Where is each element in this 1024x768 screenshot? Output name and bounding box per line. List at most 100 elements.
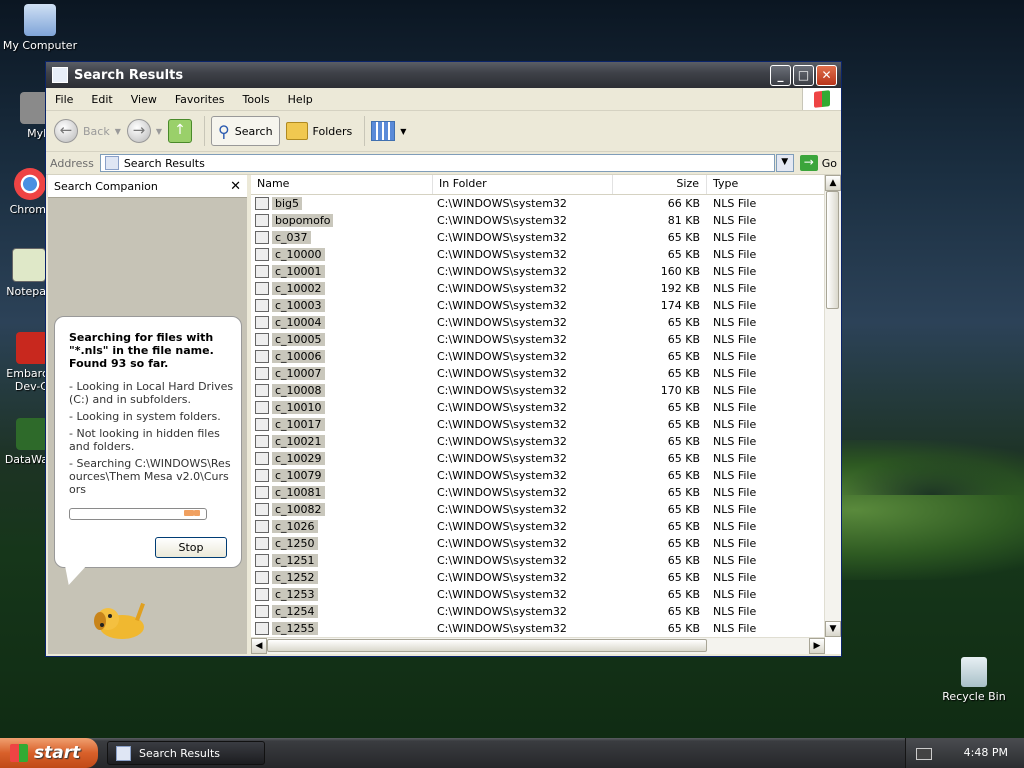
- file-name-cell[interactable]: c_10007: [251, 367, 433, 380]
- desktop-icon-notepad[interactable]: Notepa: [0, 248, 46, 298]
- scroll-up-button[interactable]: ▲: [825, 175, 841, 191]
- file-name-cell[interactable]: c_10017: [251, 418, 433, 431]
- table-row[interactable]: c_10000 C:\WINDOWS\system32 65 KB NLS File: [251, 246, 826, 263]
- minimize-button[interactable]: _: [770, 64, 791, 86]
- views-icon: [371, 121, 396, 141]
- title-bar[interactable]: Search Results _ □ ✕: [46, 62, 841, 88]
- file-name-cell[interactable]: c_10003: [251, 299, 433, 312]
- menu-tools[interactable]: Tools: [234, 93, 279, 106]
- file-name-cell[interactable]: c_1252: [251, 571, 433, 584]
- table-row[interactable]: c_10004 C:\WINDOWS\system32 65 KB NLS File: [251, 314, 826, 331]
- table-row[interactable]: c_10003 C:\WINDOWS\system32 174 KB NLS File: [251, 297, 826, 314]
- table-row[interactable]: c_10001 C:\WINDOWS\system32 160 KB NLS File: [251, 263, 826, 280]
- table-row[interactable]: c_10002 C:\WINDOWS\system32 192 KB NLS File: [251, 280, 826, 297]
- table-row[interactable]: c_10079 C:\WINDOWS\system32 65 KB NLS File: [251, 467, 826, 484]
- desktop-icon-datawarrior[interactable]: DataWa: [0, 418, 48, 466]
- file-name-cell[interactable]: c_10001: [251, 265, 433, 278]
- back-dropdown-icon[interactable]: ▼: [115, 127, 121, 136]
- table-row[interactable]: c_1026 C:\WINDOWS\system32 65 KB NLS File: [251, 518, 826, 535]
- file-name-cell[interactable]: c_10006: [251, 350, 433, 363]
- scroll-right-button[interactable]: ▶: [809, 638, 825, 654]
- table-row[interactable]: c_1250 C:\WINDOWS\system32 65 KB NLS File: [251, 535, 826, 552]
- table-row[interactable]: c_1251 C:\WINDOWS\system32 65 KB NLS File: [251, 552, 826, 569]
- keyboard-icon[interactable]: [916, 748, 932, 760]
- table-row[interactable]: c_10008 C:\WINDOWS\system32 170 KB NLS File: [251, 382, 826, 399]
- table-row[interactable]: c_1253 C:\WINDOWS\system32 65 KB NLS File: [251, 586, 826, 603]
- table-row[interactable]: c_10029 C:\WINDOWS\system32 65 KB NLS File: [251, 450, 826, 467]
- vertical-scrollbar[interactable]: ▲ ▼: [824, 175, 841, 637]
- menu-edit[interactable]: Edit: [82, 93, 121, 106]
- stop-button[interactable]: Stop: [155, 537, 227, 558]
- table-row[interactable]: c_10081 C:\WINDOWS\system32 65 KB NLS File: [251, 484, 826, 501]
- table-row[interactable]: c_10010 C:\WINDOWS\system32 65 KB NLS File: [251, 399, 826, 416]
- file-name-cell[interactable]: c_10082: [251, 503, 433, 516]
- close-pane-icon[interactable]: ✕: [230, 179, 241, 194]
- file-name-cell[interactable]: c_037: [251, 231, 433, 244]
- menu-view[interactable]: View: [122, 93, 166, 106]
- address-field[interactable]: Search Results: [99, 154, 775, 172]
- up-button[interactable]: ↑: [168, 119, 193, 143]
- file-name-cell[interactable]: c_1250: [251, 537, 433, 550]
- file-name-cell[interactable]: c_10029: [251, 452, 433, 465]
- search-button[interactable]: ⚲ Search: [211, 116, 280, 146]
- folders-button[interactable]: Folders: [285, 122, 352, 140]
- column-header-size[interactable]: Size: [613, 175, 707, 194]
- go-button[interactable]: → Go: [799, 155, 837, 171]
- maximize-button[interactable]: □: [793, 64, 814, 86]
- desktop-icon-recycle-bin[interactable]: Recycle Bin: [934, 657, 1014, 703]
- back-button[interactable]: ← Back ▼: [54, 119, 121, 143]
- file-name-cell[interactable]: c_10005: [251, 333, 433, 346]
- table-row[interactable]: big5 C:\WINDOWS\system32 66 KB NLS File: [251, 195, 826, 212]
- close-button[interactable]: ✕: [816, 64, 837, 86]
- desktop-icon-embarcadero[interactable]: Embarc Dev-C: [0, 332, 48, 393]
- desktop-icon-chrome[interactable]: Chrom: [0, 168, 46, 216]
- file-name-cell[interactable]: c_10000: [251, 248, 433, 261]
- start-button[interactable]: start: [0, 738, 98, 768]
- file-name-cell[interactable]: bopomofo: [251, 214, 433, 227]
- file-name-cell[interactable]: c_10008: [251, 384, 433, 397]
- vertical-scroll-thumb[interactable]: [826, 191, 839, 309]
- file-name-cell[interactable]: c_1253: [251, 588, 433, 601]
- scroll-down-button[interactable]: ▼: [825, 621, 841, 637]
- table-row[interactable]: c_10006 C:\WINDOWS\system32 65 KB NLS File: [251, 348, 826, 365]
- table-row[interactable]: bopomofo C:\WINDOWS\system32 81 KB NLS File: [251, 212, 826, 229]
- forward-dropdown-icon[interactable]: ▼: [156, 127, 162, 136]
- file-name-cell[interactable]: big5: [251, 197, 433, 210]
- file-name-cell[interactable]: c_1254: [251, 605, 433, 618]
- table-row[interactable]: c_10017 C:\WINDOWS\system32 65 KB NLS File: [251, 416, 826, 433]
- taskbar-item-search-results[interactable]: Search Results: [107, 741, 265, 765]
- file-name-cell[interactable]: c_1026: [251, 520, 433, 533]
- folders-icon: [285, 122, 308, 140]
- views-button[interactable]: ▼: [371, 121, 406, 141]
- file-name-cell[interactable]: c_10081: [251, 486, 433, 499]
- file-name-cell[interactable]: c_1255: [251, 622, 433, 635]
- file-name-cell[interactable]: c_10079: [251, 469, 433, 482]
- address-dropdown-button[interactable]: ▼: [775, 154, 794, 172]
- table-row[interactable]: c_10005 C:\WINDOWS\system32 65 KB NLS File: [251, 331, 826, 348]
- scroll-left-button[interactable]: ◀: [251, 638, 267, 654]
- column-header-name[interactable]: Name: [251, 175, 433, 194]
- table-row[interactable]: c_10021 C:\WINDOWS\system32 65 KB NLS File: [251, 433, 826, 450]
- file-name-cell[interactable]: c_1251: [251, 554, 433, 567]
- column-header-in-folder[interactable]: In Folder: [433, 175, 613, 194]
- file-name-cell[interactable]: c_10002: [251, 282, 433, 295]
- menu-help[interactable]: Help: [279, 93, 322, 106]
- desktop-icon-my-computer[interactable]: My Computer: [0, 4, 80, 52]
- horizontal-scroll-thumb[interactable]: [267, 639, 707, 652]
- menu-file[interactable]: File: [46, 93, 82, 106]
- table-row[interactable]: c_037 C:\WINDOWS\system32 65 KB NLS File: [251, 229, 826, 246]
- table-row[interactable]: c_10007 C:\WINDOWS\system32 65 KB NLS File: [251, 365, 826, 382]
- file-name-cell[interactable]: c_10021: [251, 435, 433, 448]
- file-name-cell[interactable]: c_10010: [251, 401, 433, 414]
- table-row[interactable]: c_1254 C:\WINDOWS\system32 65 KB NLS File: [251, 603, 826, 620]
- menu-favorites[interactable]: Favorites: [166, 93, 234, 106]
- file-name-cell[interactable]: c_10004: [251, 316, 433, 329]
- clock[interactable]: 4:48 PM: [964, 746, 1008, 759]
- horizontal-scrollbar[interactable]: ◀ ▶: [251, 637, 825, 654]
- forward-button[interactable]: → ▼: [126, 119, 162, 143]
- table-row[interactable]: c_1255 C:\WINDOWS\system32 65 KB NLS File: [251, 620, 826, 637]
- table-row[interactable]: c_1252 C:\WINDOWS\system32 65 KB NLS File: [251, 569, 826, 586]
- column-header-type[interactable]: Type: [707, 175, 827, 194]
- table-row[interactable]: c_10082 C:\WINDOWS\system32 65 KB NLS File: [251, 501, 826, 518]
- in-folder-cell: C:\WINDOWS\system32: [437, 486, 567, 499]
